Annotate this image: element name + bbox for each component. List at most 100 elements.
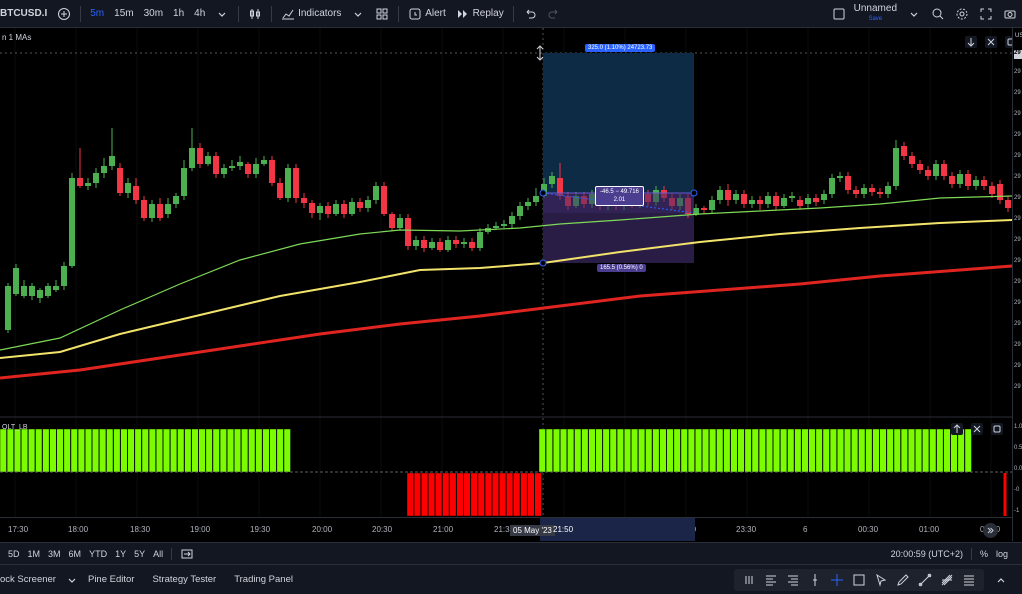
osc-tick-label: 0.0: [1014, 466, 1022, 472]
maximize-icon[interactable]: [1004, 35, 1012, 49]
indicators-dropdown[interactable]: [346, 0, 370, 28]
add-symbol-button[interactable]: [52, 0, 76, 28]
layout-button[interactable]: Unnamed Save: [827, 0, 902, 28]
tab-trading-panel[interactable]: Trading Panel: [225, 574, 302, 585]
osc-bar-up: [602, 428, 610, 473]
osc-bar-up: [922, 428, 930, 473]
trend-line-icon[interactable]: [918, 573, 932, 587]
tab-pine-editor[interactable]: Pine Editor: [79, 574, 143, 585]
candle-body: [253, 164, 259, 174]
log-toggle[interactable]: log: [992, 549, 1012, 559]
cursor-icon[interactable]: [874, 573, 888, 587]
align-left-icon[interactable]: [764, 573, 778, 587]
anchor-handle[interactable]: [539, 259, 547, 267]
range-1m[interactable]: 1M: [24, 549, 45, 559]
osc-bar-up: [134, 428, 142, 473]
arrow-up-icon[interactable]: [950, 422, 964, 436]
settings-button[interactable]: [950, 0, 974, 28]
range-all[interactable]: All: [149, 549, 167, 559]
candle-body: [301, 198, 307, 203]
pitchfork-icon[interactable]: [940, 573, 954, 587]
price-scale[interactable]: US 29 29 29 29 29 29 29 29 29 29 29 29 29 29 29 29 29 1…: [1012, 28, 1022, 541]
osc-bar-up: [560, 428, 567, 473]
replay-button[interactable]: Replay: [451, 0, 509, 28]
drag-handle-icon[interactable]: [742, 573, 756, 587]
osc-bar-up: [28, 428, 36, 473]
interval-4h[interactable]: 4h: [189, 0, 210, 28]
candle-body: [197, 148, 203, 164]
osc-bar-up: [666, 428, 674, 473]
search-icon: [931, 7, 945, 21]
interval-30m[interactable]: 30m: [139, 0, 168, 28]
osc-bar-up: [21, 428, 28, 473]
candle-body: [405, 218, 411, 246]
interval-1h[interactable]: 1h: [168, 0, 189, 28]
time-tick-label: 19:30: [250, 525, 271, 534]
goto-date-icon[interactable]: [176, 547, 193, 561]
undo-button[interactable]: [518, 0, 542, 28]
collapse-icon[interactable]: [984, 35, 998, 49]
osc-bar-down: [499, 472, 506, 517]
chart-canvas[interactable]: 325.0 (1.10%) 24723.73 -46.5 − 49.716 2.…: [0, 28, 1012, 541]
chevron-down-icon: [907, 7, 921, 21]
maximize-icon[interactable]: [990, 422, 1004, 436]
close-icon[interactable]: [970, 422, 984, 436]
range-5d[interactable]: 5D: [0, 549, 24, 559]
main-legend[interactable]: n 1 MAs: [2, 33, 31, 42]
crosshair-icon[interactable]: [830, 573, 844, 587]
redo-button[interactable]: [542, 0, 566, 28]
anchor-handle[interactable]: [690, 189, 698, 197]
osc-bar-up: [886, 428, 894, 473]
range-3m[interactable]: 3M: [44, 549, 65, 559]
brush-icon[interactable]: [896, 573, 910, 587]
alert-button[interactable]: Alert: [403, 0, 450, 28]
tab-strategy-tester[interactable]: Strategy Tester: [143, 574, 225, 585]
chevron-up-icon[interactable]: [994, 573, 1008, 587]
candle-body: [725, 190, 731, 200]
osc-bar-up: [35, 428, 43, 473]
fullscreen-button[interactable]: [974, 0, 998, 28]
lines-icon[interactable]: [962, 573, 976, 587]
range-6m[interactable]: 6M: [65, 549, 86, 559]
templates-button[interactable]: [370, 0, 394, 28]
range-1y[interactable]: 1Y: [111, 549, 130, 559]
osc-bar-up: [262, 428, 270, 473]
osc-bar-up: [49, 428, 57, 473]
layout-dropdown[interactable]: [902, 0, 926, 28]
candle-body: [829, 178, 835, 194]
fullscreen-icon: [979, 7, 993, 21]
time-axis[interactable]: 17:30 18:00 18:30 19:00 19:30 20:00 20:30 21:00…: [0, 517, 1012, 541]
tab-stock-screener[interactable]: ock Screener: [0, 574, 65, 585]
time-tick-label: 6: [803, 525, 808, 534]
indicators-button[interactable]: Indicators: [276, 0, 346, 28]
vertical-line-icon[interactable]: [808, 573, 822, 587]
interval-dropdown[interactable]: [210, 0, 234, 28]
layout-name-group[interactable]: Unnamed Save: [854, 3, 897, 24]
clock[interactable]: 20:00:59 (UTC+2): [887, 549, 967, 559]
snapshot-button[interactable]: [998, 0, 1022, 28]
chart-type-button[interactable]: [243, 0, 267, 28]
chart-svg: [0, 28, 1012, 541]
chevron-down-icon[interactable]: [65, 573, 79, 587]
range-5y[interactable]: 5Y: [130, 549, 149, 559]
osc-bar-up: [56, 428, 64, 473]
osc-bar-up: [652, 428, 660, 473]
scroll-to-realtime-button[interactable]: [983, 523, 998, 538]
candle-body: [853, 190, 859, 194]
candle-body: [797, 200, 803, 206]
candle-body: [813, 198, 819, 202]
candle-body: [165, 204, 171, 214]
osc-bar-up: [844, 428, 851, 473]
symbol-search[interactable]: BTCUSD.I: [0, 0, 52, 28]
interval-15m[interactable]: 15m: [109, 0, 138, 28]
anchor-handle[interactable]: [539, 189, 547, 197]
interval-5m[interactable]: 5m: [85, 0, 109, 28]
osc-legend[interactable]: OLT_LB: [2, 424, 28, 431]
rectangle-icon[interactable]: [852, 573, 866, 587]
range-ytd[interactable]: YTD: [85, 549, 111, 559]
percent-toggle[interactable]: %: [976, 549, 992, 559]
align-right-icon[interactable]: [786, 573, 800, 587]
quick-search-button[interactable]: [926, 0, 950, 28]
arrow-down-icon[interactable]: [964, 35, 978, 49]
osc-bar-down: [406, 472, 414, 517]
